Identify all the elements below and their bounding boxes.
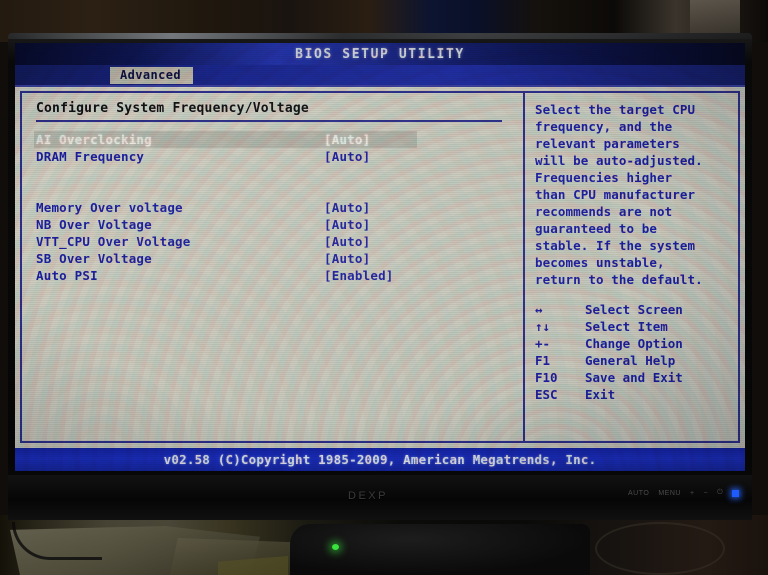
key-description: Exit <box>585 387 616 402</box>
option-label: AI Overclocking <box>36 132 152 147</box>
option-row[interactable]: Auto PSI [Enabled] <box>36 267 523 284</box>
option-value[interactable]: [Auto] <box>324 132 370 147</box>
option-value[interactable]: [Enabled] <box>324 268 394 283</box>
key-glyph-icon: F10 <box>535 370 558 385</box>
option-label: Memory Over voltage <box>36 200 183 215</box>
option-value[interactable]: [Auto] <box>324 200 370 215</box>
key-legend-row: F10 Save and Exit <box>535 369 735 386</box>
key-description: General Help <box>585 353 676 368</box>
section-title: Configure System Frequency/Voltage <box>36 101 309 116</box>
option-row[interactable]: Memory Over voltage [Auto] <box>36 199 523 216</box>
bios-title-bar: BIOS SETUP UTILITY <box>15 43 745 65</box>
key-legend-row: ↑↓ Select Item <box>535 318 735 335</box>
option-label: DRAM Frequency <box>36 149 145 164</box>
key-description: Select Screen <box>585 302 683 317</box>
option-label: SB Over Voltage <box>36 251 152 266</box>
option-label: Auto PSI <box>36 268 98 283</box>
key-glyph-icon: F1 <box>535 353 551 368</box>
option-label: VTT_CPU Over Voltage <box>36 234 191 249</box>
bezel-plus-button[interactable]: + <box>690 490 695 497</box>
key-glyph-icon: ESC <box>535 387 558 402</box>
bezel-minus-button[interactable]: − <box>704 490 709 497</box>
option-value[interactable]: [Auto] <box>324 217 370 232</box>
bezel-power-button[interactable]: ⏻ <box>717 489 723 497</box>
key-legend-row: +- Change Option <box>535 335 735 352</box>
key-legend-row: F1 General Help <box>535 352 735 369</box>
bios-content-area: Configure System Frequency/Voltage AI Ov… <box>15 85 745 448</box>
option-row[interactable]: AI Overclocking [Auto] <box>34 131 417 148</box>
photograph-of-monitor: BIOS SETUP UTILITY Advanced Configure Sy… <box>0 0 768 575</box>
monitor-screen: BIOS SETUP UTILITY Advanced Configure Sy… <box>15 43 745 471</box>
settings-option-list: AI Overclocking [Auto] DRAM Frequency [Auto… <box>34 131 523 284</box>
key-description: Change Option <box>585 336 683 351</box>
section-divider <box>36 120 502 122</box>
option-value[interactable]: [Auto] <box>324 234 370 249</box>
option-row-spacer <box>36 165 523 182</box>
option-value[interactable]: [Auto] <box>324 149 370 164</box>
copyright-text: v02.58 (C)Copyright 1985-2009, American … <box>163 452 597 467</box>
key-glyph-icon: ↔ <box>535 302 543 317</box>
help-text: Select the target CPU frequency, and the… <box>535 102 703 287</box>
tab-advanced[interactable]: Advanced <box>110 66 193 84</box>
option-value[interactable]: [Auto] <box>324 251 370 266</box>
key-legend-row: ESC Exit <box>535 386 735 403</box>
option-label: NB Over Voltage <box>36 217 152 232</box>
key-legend-row: ↔ Select Screen <box>535 301 735 318</box>
pc-power-led-icon <box>332 544 339 550</box>
key-legend: ↔ Select Screen ↑↓ Select Item +- Change Opti… <box>535 301 735 403</box>
help-panel: Select the target CPU frequency, and the… <box>523 91 740 443</box>
key-glyph-icon: +- <box>535 336 551 351</box>
key-description: Save and Exit <box>585 370 683 385</box>
monitor-power-led-icon <box>732 489 740 497</box>
option-row[interactable]: NB Over Voltage [Auto] <box>36 216 523 233</box>
bezel-auto-button[interactable]: AUTO <box>628 490 649 497</box>
monitor-osd-buttons[interactable]: AUTO MENU + − ⏻ <box>628 489 740 497</box>
bios-tab-bar: Advanced <box>15 65 745 85</box>
bezel-menu-button[interactable]: MENU <box>658 490 681 497</box>
option-row[interactable]: SB Over Voltage [Auto] <box>36 250 523 267</box>
desk-round-object <box>595 522 725 575</box>
monitor-brand-logo: DEXP <box>348 490 388 502</box>
bios-status-bar: v02.58 (C)Copyright 1985-2009, American … <box>15 448 745 471</box>
key-glyph-icon: ↑↓ <box>535 319 551 334</box>
option-row-spacer <box>36 182 523 199</box>
monitor-top-glare <box>8 33 752 39</box>
option-row[interactable]: DRAM Frequency [Auto] <box>36 148 523 165</box>
key-description: Select Item <box>585 319 668 334</box>
option-row[interactable]: VTT_CPU Over Voltage [Auto] <box>36 233 523 250</box>
settings-panel: Configure System Frequency/Voltage AI Ov… <box>20 91 523 443</box>
page-title: BIOS SETUP UTILITY <box>295 46 465 62</box>
